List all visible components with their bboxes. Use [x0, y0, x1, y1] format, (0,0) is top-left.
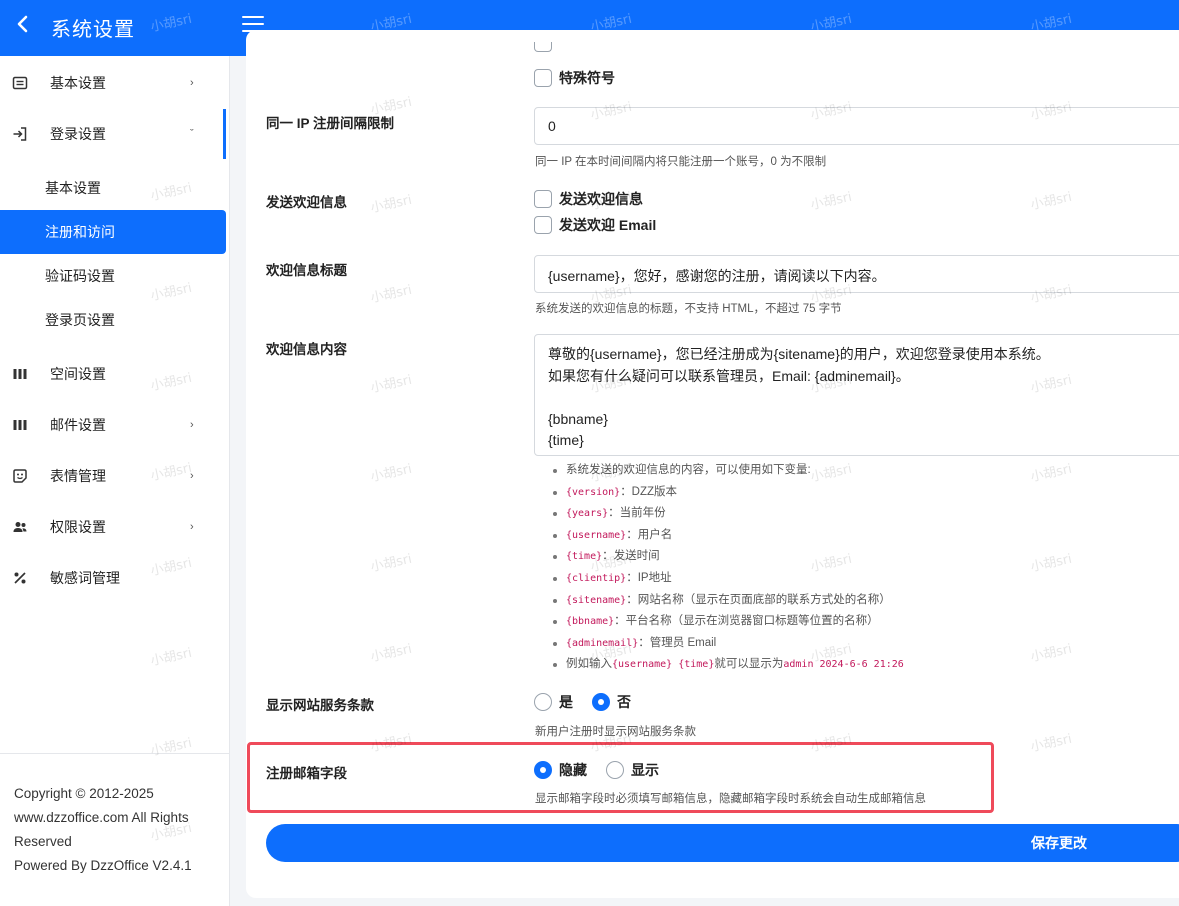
- checkbox-send-welcome-email[interactable]: 发送欢迎 Email: [534, 215, 656, 235]
- radio-email-hide[interactable]: 隐藏: [534, 760, 587, 780]
- percent-icon: [11, 569, 29, 587]
- checkbox-special-chars[interactable]: 特殊符号: [534, 68, 615, 88]
- list-item: {sitename}：网站名称（显示在页面底部的联系方式处的名称）: [553, 590, 904, 612]
- radio-dot-selected[interactable]: [534, 761, 552, 779]
- sidebar-subitem-basic[interactable]: 基本设置: [0, 166, 226, 210]
- checkbox-box[interactable]: [534, 216, 552, 234]
- radio-email-show[interactable]: 显示: [606, 760, 659, 780]
- app-title: 系统设置: [51, 19, 135, 41]
- chevron-right-icon: ›: [190, 470, 194, 482]
- list-item: {years}：当前年份: [553, 503, 904, 525]
- watermark: 小胡sri: [149, 645, 194, 670]
- columns-icon: [11, 365, 29, 383]
- radio-terms-yes[interactable]: 是: [534, 692, 573, 712]
- radio-dot[interactable]: [534, 693, 552, 711]
- checkbox-label: 特殊符号: [559, 70, 615, 86]
- powered-by-text: Powered By DzzOffice V2.4.1: [14, 858, 192, 873]
- checkbox-box[interactable]: [534, 190, 552, 208]
- email-field-label: 注册邮箱字段: [266, 766, 347, 781]
- list-item: {bbname}：平台名称（显示在浏览器窗口标题等位置的名称）: [553, 611, 904, 633]
- list-item: {adminemail}：管理员 Email: [553, 633, 904, 655]
- chevron-right-icon: ›: [190, 77, 194, 89]
- sidebar-item-label: 敏感词管理: [50, 570, 120, 586]
- sidebar-subitem-register[interactable]: 注册和访问: [0, 210, 226, 254]
- ip-limit-hint: 同一 IP 在本时间间隔内将只能注册一个账号，0 为不限制: [535, 156, 827, 168]
- rights-text: www.dzzoffice.com All Rights Reserved: [14, 810, 189, 849]
- sidebar-item-sensitive-words[interactable]: 敏感词管理: [0, 553, 226, 603]
- list-item: {version}：DZZ版本: [553, 482, 904, 504]
- ip-limit-label: 同一 IP 注册间隔限制: [266, 116, 395, 131]
- variable-list: 系统发送的欢迎信息的内容，可以使用如下变量: {version}：DZZ版本 {…: [553, 460, 904, 676]
- sidebar-subitem-loginpage[interactable]: 登录页设置: [0, 298, 226, 342]
- sidebar-item-permission[interactable]: 权限设置 ›: [0, 502, 226, 552]
- list-item: 例如输入{username} {time}就可以显示为admin 2024-6-…: [553, 654, 904, 676]
- back-icon[interactable]: [14, 14, 34, 38]
- chevron-right-icon: ›: [190, 521, 194, 533]
- welcome-title-hint: 系统发送的欢迎信息的标题，不支持 HTML，不超过 75 字节: [535, 303, 842, 315]
- save-button[interactable]: 保存更改: [266, 824, 1179, 862]
- welcome-msg-label: 发送欢迎信息: [266, 195, 347, 210]
- checkbox-label: 发送欢迎信息: [559, 191, 643, 207]
- checkbox-box[interactable]: [534, 69, 552, 87]
- checkbox-partial[interactable]: [534, 42, 559, 52]
- email-field-hint: 显示邮箱字段时必须填写邮箱信息，隐藏邮箱字段时系统会自动生成邮箱信息: [535, 793, 926, 805]
- sidebar-item-label: 邮件设置: [50, 417, 106, 433]
- radio-terms-no[interactable]: 否: [592, 692, 631, 712]
- welcome-title-label: 欢迎信息标题: [266, 263, 347, 278]
- welcome-title-input[interactable]: {username}，您好，感谢您的注册，请阅读以下内容。: [534, 255, 1179, 293]
- list-item: {time}：发送时间: [553, 546, 904, 568]
- list-item: {username}：用户名: [553, 525, 904, 547]
- checkbox-send-welcome-msg[interactable]: 发送欢迎信息: [534, 189, 643, 209]
- sidebar-item-mail[interactable]: 邮件设置 ›: [0, 400, 226, 450]
- sidebar-item-login[interactable]: 登录设置 ˇ: [0, 109, 226, 159]
- users-icon: [11, 518, 29, 536]
- sidebar-footer: Copyright © 2012-2025 www.dzzoffice.com …: [0, 753, 229, 878]
- sidebar-subitem-captcha[interactable]: 验证码设置: [0, 254, 226, 298]
- ip-limit-input[interactable]: 0: [534, 107, 1179, 145]
- list-item: 系统发送的欢迎信息的内容，可以使用如下变量:: [553, 460, 904, 482]
- terms-label: 显示网站服务条款: [266, 698, 374, 713]
- sidebar: 基本设置 › 登录设置 ˇ 基本设置 注册和访问 验证码设置 登录页设置 空间设…: [0, 56, 230, 906]
- chevron-right-icon: ›: [190, 419, 194, 431]
- radio-dot[interactable]: [606, 761, 624, 779]
- sidebar-item-space[interactable]: 空间设置: [0, 349, 226, 399]
- terms-hint: 新用户注册时显示网站服务条款: [535, 726, 696, 738]
- sticker-icon: [11, 467, 29, 485]
- sidebar-item-label: 基本设置: [50, 75, 106, 91]
- checkbox-label: 发送欢迎 Email: [559, 217, 657, 233]
- welcome-content-textarea[interactable]: 尊敬的{username}，您已经注册成为{sitename}的用户，欢迎您登录…: [534, 334, 1179, 456]
- welcome-content-label: 欢迎信息内容: [266, 342, 347, 357]
- sidebar-item-emoji[interactable]: 表情管理 ›: [0, 451, 226, 501]
- columns-icon: [11, 416, 29, 434]
- watermark: 小胡sri: [149, 11, 194, 36]
- sidebar-item-label: 权限设置: [50, 519, 106, 535]
- sidebar-item-label: 空间设置: [50, 366, 106, 382]
- copyright-text: Copyright © 2012-2025: [14, 786, 154, 801]
- sidebar-item-basic[interactable]: 基本设置 ›: [0, 58, 226, 108]
- login-icon: [11, 125, 29, 143]
- list-icon: [11, 74, 29, 92]
- sidebar-item-label: 表情管理: [50, 468, 106, 484]
- radio-dot-selected[interactable]: [592, 693, 610, 711]
- sidebar-item-label: 登录设置: [50, 126, 106, 142]
- chevron-down-icon: ˇ: [190, 128, 194, 140]
- list-item: {clientip}：IP地址: [553, 568, 904, 590]
